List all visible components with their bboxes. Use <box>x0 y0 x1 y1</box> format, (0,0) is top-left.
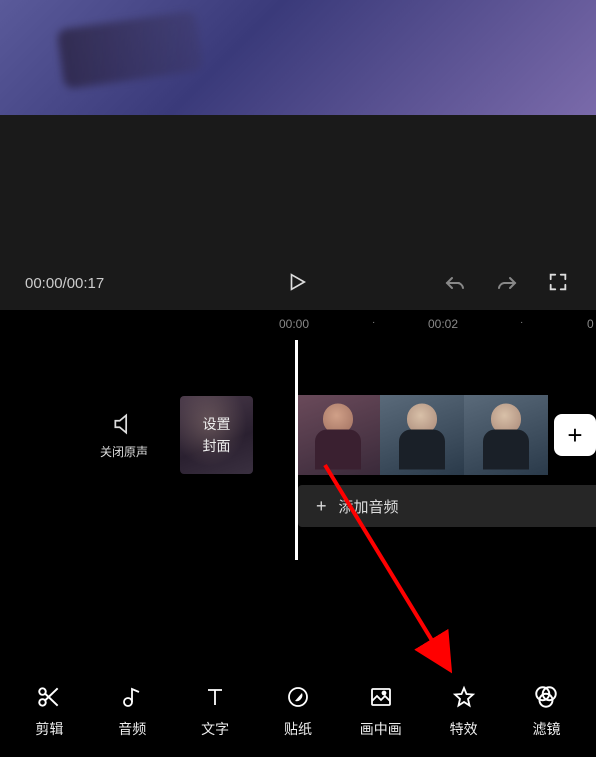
sticker-icon <box>285 684 311 710</box>
ruler-dot: · <box>372 317 375 328</box>
tool-edit[interactable]: 剪辑 <box>14 684 84 739</box>
cover-label-line1: 设置 <box>202 414 230 434</box>
filter-rings-icon <box>533 684 559 710</box>
play-icon <box>286 271 308 293</box>
tool-filter[interactable]: 滤镜 <box>511 684 581 739</box>
time-display: 00:00/00:17 <box>25 275 104 292</box>
video-preview[interactable] <box>0 0 596 115</box>
tool-label: 滤镜 <box>532 719 560 739</box>
add-audio-track[interactable]: + 添加音频 <box>298 485 596 527</box>
fullscreen-icon <box>547 271 569 293</box>
redo-icon <box>495 271 519 295</box>
music-note-icon <box>119 684 145 710</box>
redo-button[interactable] <box>495 271 519 295</box>
tool-effect[interactable]: 特效 <box>429 684 499 739</box>
timeline-ruler[interactable]: 00:00 · 00:02 · 0 <box>0 310 596 340</box>
undo-button[interactable] <box>443 271 467 295</box>
plus-icon: + <box>316 496 327 517</box>
speaker-icon <box>111 411 137 437</box>
tool-label: 文字 <box>201 719 229 739</box>
timeline-area[interactable]: 关闭原声 设置 封面 + + 添加音频 <box>0 340 596 665</box>
add-audio-label: 添加音频 <box>339 496 399 517</box>
star-icon <box>451 684 477 710</box>
video-track: 关闭原声 设置 封面 + <box>0 395 596 475</box>
ruler-mark: 00:02 <box>428 317 458 331</box>
mute-original-button[interactable]: 关闭原声 <box>85 411 163 460</box>
cover-label-line2: 封面 <box>202 436 230 456</box>
clip-frame[interactable] <box>296 395 380 475</box>
undo-icon <box>443 271 467 295</box>
picture-in-picture-icon <box>368 684 394 710</box>
clip-strip[interactable]: + <box>296 395 596 475</box>
scissors-icon <box>36 684 62 710</box>
bottom-toolbar: 剪辑 音频 文字 贴纸 画中画 <box>0 665 596 757</box>
tool-label: 音频 <box>118 719 146 739</box>
tool-audio[interactable]: 音频 <box>97 684 167 739</box>
clip-frame[interactable] <box>380 395 464 475</box>
ruler-dot: · <box>520 317 523 328</box>
fullscreen-button[interactable] <box>547 271 571 295</box>
tool-label: 特效 <box>450 719 478 739</box>
clip-frame[interactable] <box>464 395 548 475</box>
add-clip-button[interactable]: + <box>554 414 596 456</box>
tool-label: 剪辑 <box>35 719 63 739</box>
text-icon <box>202 684 228 710</box>
tool-label: 画中画 <box>360 719 402 739</box>
player-controls-area: 00:00/00:17 <box>0 115 596 310</box>
set-cover-button[interactable]: 设置 封面 <box>180 396 253 474</box>
tool-text[interactable]: 文字 <box>180 684 250 739</box>
playhead[interactable] <box>295 340 298 560</box>
tool-sticker[interactable]: 贴纸 <box>263 684 333 739</box>
ruler-mark: 0 <box>587 317 594 331</box>
mute-label: 关闭原声 <box>100 443 148 460</box>
tool-label: 贴纸 <box>284 719 312 739</box>
play-button[interactable] <box>286 271 310 295</box>
tool-pip[interactable]: 画中画 <box>346 684 416 739</box>
ruler-mark: 00:00 <box>279 317 309 331</box>
